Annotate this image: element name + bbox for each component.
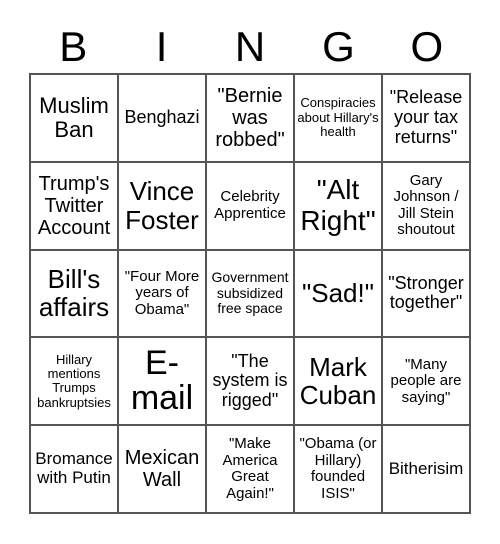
bingo-cell[interactable]: Trump's Twitter Account — [30, 161, 118, 250]
header-letter-b: B — [59, 23, 88, 70]
bingo-cell[interactable]: "Make America Great Again!" — [206, 425, 294, 513]
bingo-cell[interactable]: "Release your tax returns" — [382, 74, 470, 162]
bingo-cell[interactable]: Celebrity Apprentice — [206, 161, 294, 250]
bingo-cell[interactable]: Government subsidized free space — [206, 249, 294, 338]
bingo-card: Muslim Ban Benghazi "Bernie was robbed" … — [29, 73, 471, 514]
bingo-cell[interactable]: Conspiracies about Hillary's health — [294, 74, 382, 162]
bingo-cell[interactable]: "Bernie was robbed" — [206, 74, 294, 162]
bingo-cell[interactable]: "Sad!" — [294, 249, 382, 338]
bingo-cell[interactable]: Bitherisim — [382, 425, 470, 513]
bingo-cell[interactable]: Muslim Ban — [30, 74, 118, 162]
bingo-cell[interactable]: E-mail — [118, 337, 206, 426]
bingo-cell[interactable]: Gary Johnson / Jill Stein shoutout — [382, 161, 470, 250]
bingo-cell[interactable]: "Stronger together" — [382, 249, 470, 338]
header-letter-i: I — [155, 23, 168, 70]
bingo-cell[interactable]: "Obama (or Hillary) founded ISIS" — [294, 425, 382, 513]
bingo-cell[interactable]: "Four More years of Obama" — [118, 249, 206, 338]
bingo-cell[interactable]: "Alt Right" — [294, 161, 382, 250]
header-letter-g: G — [322, 23, 355, 70]
bingo-cell[interactable]: "The system is rigged" — [206, 337, 294, 426]
bingo-cell[interactable]: Bill's affairs — [30, 249, 118, 338]
bingo-cell[interactable]: Bromance with Putin — [30, 425, 118, 513]
bingo-cell[interactable]: Benghazi — [118, 74, 206, 162]
bingo-cell[interactable]: Hillary mentions Trumps bankruptsies — [30, 337, 118, 426]
bingo-cell[interactable]: Mark Cuban — [294, 337, 382, 426]
bingo-header: B I N G O — [29, 22, 471, 72]
header-letter-o: O — [410, 23, 444, 70]
bingo-cell[interactable]: Vince Foster — [118, 161, 206, 250]
header-letter-n: N — [234, 23, 266, 70]
bingo-cell[interactable]: "Many people are saying" — [382, 337, 470, 426]
bingo-cell[interactable]: Mexican Wall — [118, 425, 206, 513]
